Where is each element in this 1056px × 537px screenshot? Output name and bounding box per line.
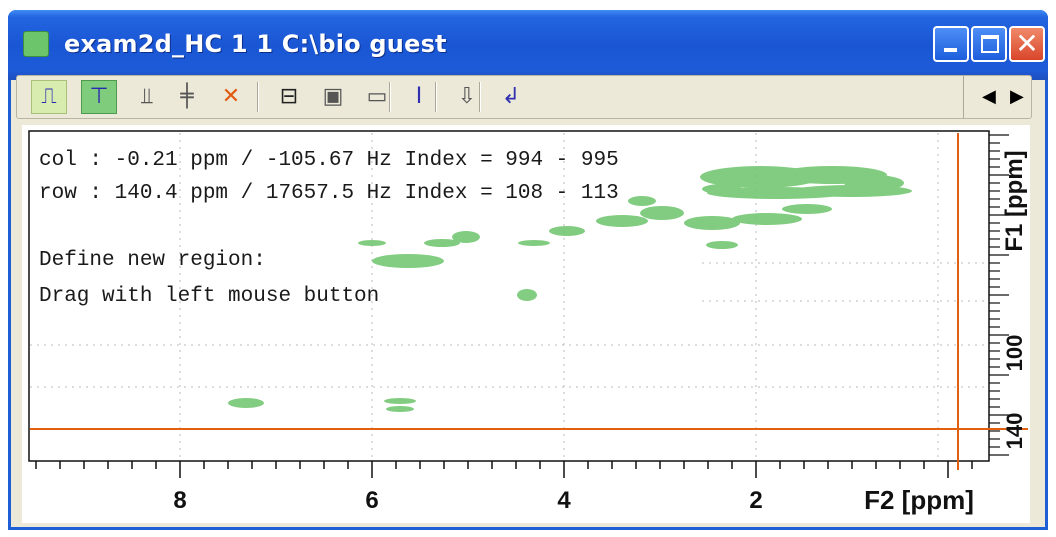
y-axis-label: F1 [ppm] bbox=[1001, 150, 1028, 251]
scroll-right-button[interactable]: ▶ bbox=[1010, 86, 1024, 107]
cross-cursor-button[interactable]: ╪ bbox=[169, 80, 205, 114]
save-region-icon: ▣ bbox=[322, 84, 344, 109]
close-icon: ✕ bbox=[1015, 27, 1039, 60]
peak-contour bbox=[386, 406, 414, 412]
peak-contour bbox=[596, 215, 648, 227]
scale-button[interactable]: I bbox=[401, 80, 437, 114]
peak-contour bbox=[424, 239, 460, 247]
toolbar: ⎍ ⊤ ⫫ ╪ ✕ ⊟ ▣ ▭ I ⇩ ↲ ◀ ▶ bbox=[16, 75, 1032, 119]
peak-contour bbox=[384, 398, 416, 404]
scale-icon: I bbox=[415, 84, 423, 109]
toolbar-separator bbox=[479, 82, 481, 112]
toolbar-separator bbox=[435, 82, 437, 112]
save-region-button[interactable]: ▣ bbox=[315, 80, 351, 114]
toolbar-nav-group: ◀ ▶ bbox=[963, 76, 1031, 118]
peak-contour bbox=[228, 398, 264, 408]
y-tick-label: 100 bbox=[1002, 335, 1027, 372]
y-tick-label: 140 bbox=[1002, 413, 1027, 450]
peak-contour bbox=[782, 204, 832, 214]
peak-contour bbox=[732, 213, 802, 225]
row-cursor-icon: ⊤ bbox=[89, 84, 109, 109]
maximize-icon bbox=[981, 35, 999, 53]
title-bar[interactable]: exam2d_HC 1 1 C:\bio guest ✕ bbox=[8, 10, 1048, 80]
maximize-button[interactable] bbox=[971, 26, 1007, 62]
projection-icon: ⊟ bbox=[279, 84, 299, 109]
toolbar-separator bbox=[257, 82, 259, 112]
peak-contour bbox=[358, 240, 386, 246]
x-tick-label: 6 bbox=[365, 487, 378, 514]
minimize-icon bbox=[944, 48, 957, 52]
column-cursor-button[interactable]: ⫫ bbox=[129, 80, 165, 114]
peak-contour bbox=[549, 226, 585, 236]
column-cursor-icon: ⫫ bbox=[140, 84, 154, 109]
peak-contour bbox=[372, 254, 444, 268]
peak-contour bbox=[702, 184, 742, 194]
info-line: Define new region: bbox=[39, 249, 266, 272]
trace-icon: ⎍ bbox=[41, 84, 57, 109]
close-button[interactable]: ✕ bbox=[1009, 26, 1045, 62]
spectrum-plot[interactable]: 8 6 4 2 F2 [ppm] F1 [ppm] 100 140 col : -0.21 p… bbox=[22, 125, 1030, 523]
minimize-button[interactable] bbox=[933, 26, 969, 62]
projection-button[interactable]: ⊟ bbox=[271, 80, 307, 114]
trace-button[interactable]: ⎍ bbox=[31, 80, 67, 114]
cancel-cursor-icon: ✕ bbox=[221, 84, 241, 109]
info-line: Drag with left mouse button bbox=[39, 285, 380, 308]
return-button[interactable]: ↲ bbox=[493, 80, 529, 114]
toolbar-separator bbox=[389, 82, 391, 112]
scroll-left-button[interactable]: ◀ bbox=[982, 86, 996, 107]
cross-cursor-icon: ╪ bbox=[180, 84, 194, 109]
info-line: row : 140.4 ppm / 17657.5 Hz Index = 108… bbox=[39, 182, 619, 205]
cancel-cursor-button[interactable]: ✕ bbox=[213, 80, 249, 114]
peak-contour bbox=[792, 185, 912, 197]
peak-contour bbox=[518, 240, 550, 246]
peak-contour bbox=[640, 206, 684, 220]
info-line: col : -0.21 ppm / -105.67 Hz Index = 994… bbox=[39, 149, 619, 172]
x-tick-label: 2 bbox=[749, 487, 762, 514]
peak-contour bbox=[517, 289, 537, 301]
x-tick-label: 8 bbox=[173, 487, 186, 514]
x-tick-label: 4 bbox=[557, 487, 571, 514]
peak-contour bbox=[628, 196, 656, 206]
peak-contour bbox=[706, 241, 738, 249]
window-title: exam2d_HC 1 1 C:\bio guest bbox=[64, 30, 447, 58]
export-icon: ⇩ bbox=[457, 84, 477, 109]
app-icon bbox=[23, 31, 49, 57]
return-icon: ↲ bbox=[501, 84, 521, 109]
peak-contour bbox=[684, 216, 740, 230]
x-axis-label: F2 [ppm] bbox=[864, 485, 974, 515]
frame-icon: ▭ bbox=[366, 84, 388, 109]
row-cursor-button[interactable]: ⊤ bbox=[81, 80, 117, 114]
